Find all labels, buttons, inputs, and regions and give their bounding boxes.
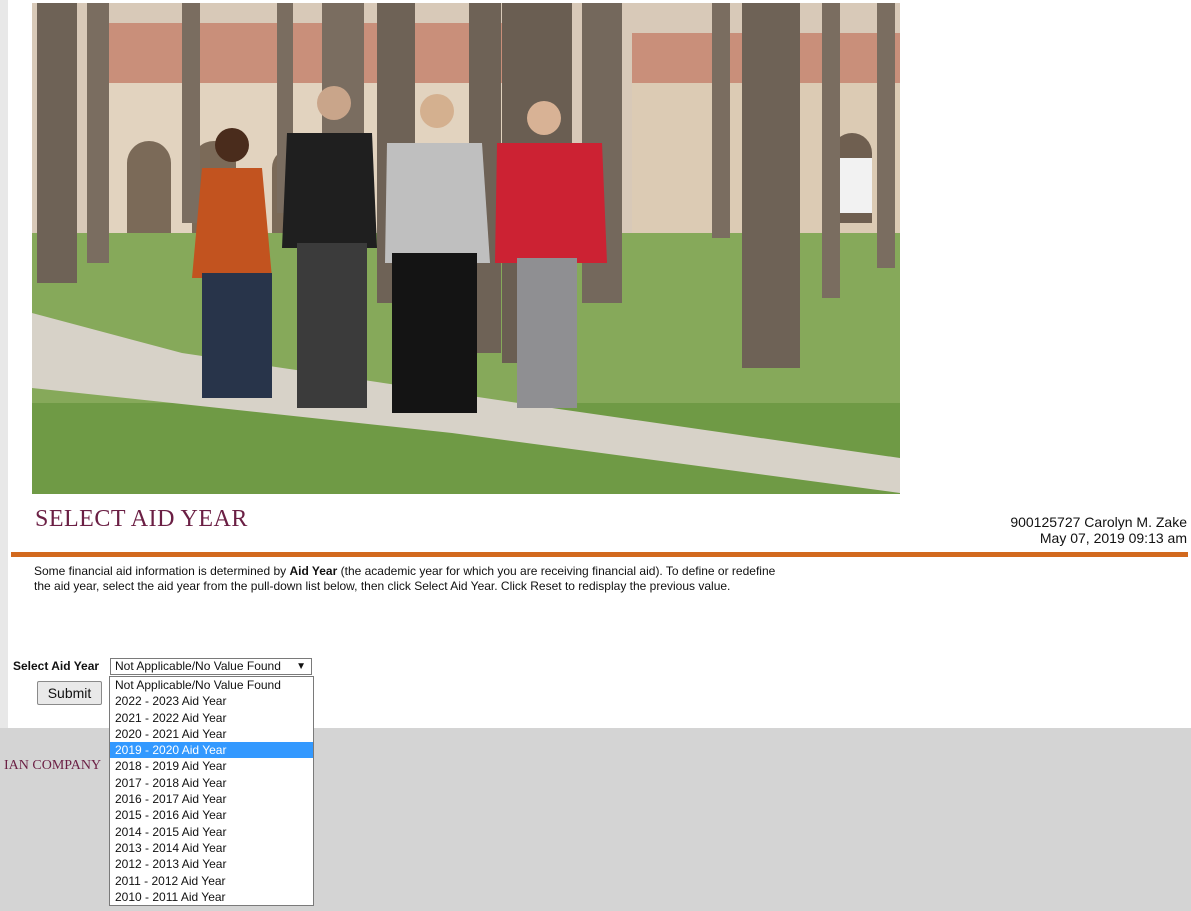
aid-year-option[interactable]: 2010 - 2011 Aid Year (110, 889, 313, 905)
aid-year-option[interactable]: Not Applicable/No Value Found (110, 677, 313, 693)
aid-year-option[interactable]: 2021 - 2022 Aid Year (110, 710, 313, 726)
left-border (0, 0, 8, 728)
aid-year-option[interactable]: 2013 - 2014 Aid Year (110, 840, 313, 856)
aid-year-selected-value: Not Applicable/No Value Found (115, 659, 281, 673)
submit-button[interactable]: Submit (37, 681, 102, 705)
aid-year-options-list[interactable]: Not Applicable/No Value Found 2022 - 2023… (109, 676, 314, 907)
dropdown-arrow-icon: ▼ (296, 661, 306, 672)
footer-text: IAN COMPANY (4, 758, 102, 773)
aid-year-option[interactable]: 2020 - 2021 Aid Year (110, 726, 313, 742)
aid-year-option[interactable]: 2022 - 2023 Aid Year (110, 693, 313, 709)
page-title: SELECT AID YEAR (35, 506, 248, 532)
aid-year-option[interactable]: 2019 - 2020 Aid Year (110, 742, 313, 759)
user-id-name: 900125727 Carolyn M. Zake (1010, 514, 1187, 530)
aid-year-select[interactable]: Not Applicable/No Value Found ▼ (110, 658, 312, 675)
aid-year-option[interactable]: 2011 - 2012 Aid Year (110, 873, 313, 889)
aid-year-option[interactable]: 2018 - 2019 Aid Year (110, 758, 313, 774)
info-text-part-1: Some financial aid information is determ… (34, 564, 290, 578)
aid-year-label: Select Aid Year (13, 659, 100, 673)
user-info: 900125727 Carolyn M. Zake May 07, 2019 0… (1010, 514, 1187, 546)
aid-year-option[interactable]: 2015 - 2016 Aid Year (110, 807, 313, 823)
campus-photo (32, 3, 900, 494)
aid-year-option[interactable]: 2017 - 2018 Aid Year (110, 775, 313, 791)
aid-year-option[interactable]: 2016 - 2017 Aid Year (110, 791, 313, 807)
header-divider (11, 552, 1188, 557)
aid-year-option[interactable]: 2014 - 2015 Aid Year (110, 824, 313, 840)
timestamp: May 07, 2019 09:13 am (1039, 530, 1187, 546)
info-text: Some financial aid information is determ… (34, 564, 794, 594)
info-text-bold: Aid Year (289, 564, 338, 578)
aid-year-option[interactable]: 2012 - 2013 Aid Year (110, 856, 313, 872)
